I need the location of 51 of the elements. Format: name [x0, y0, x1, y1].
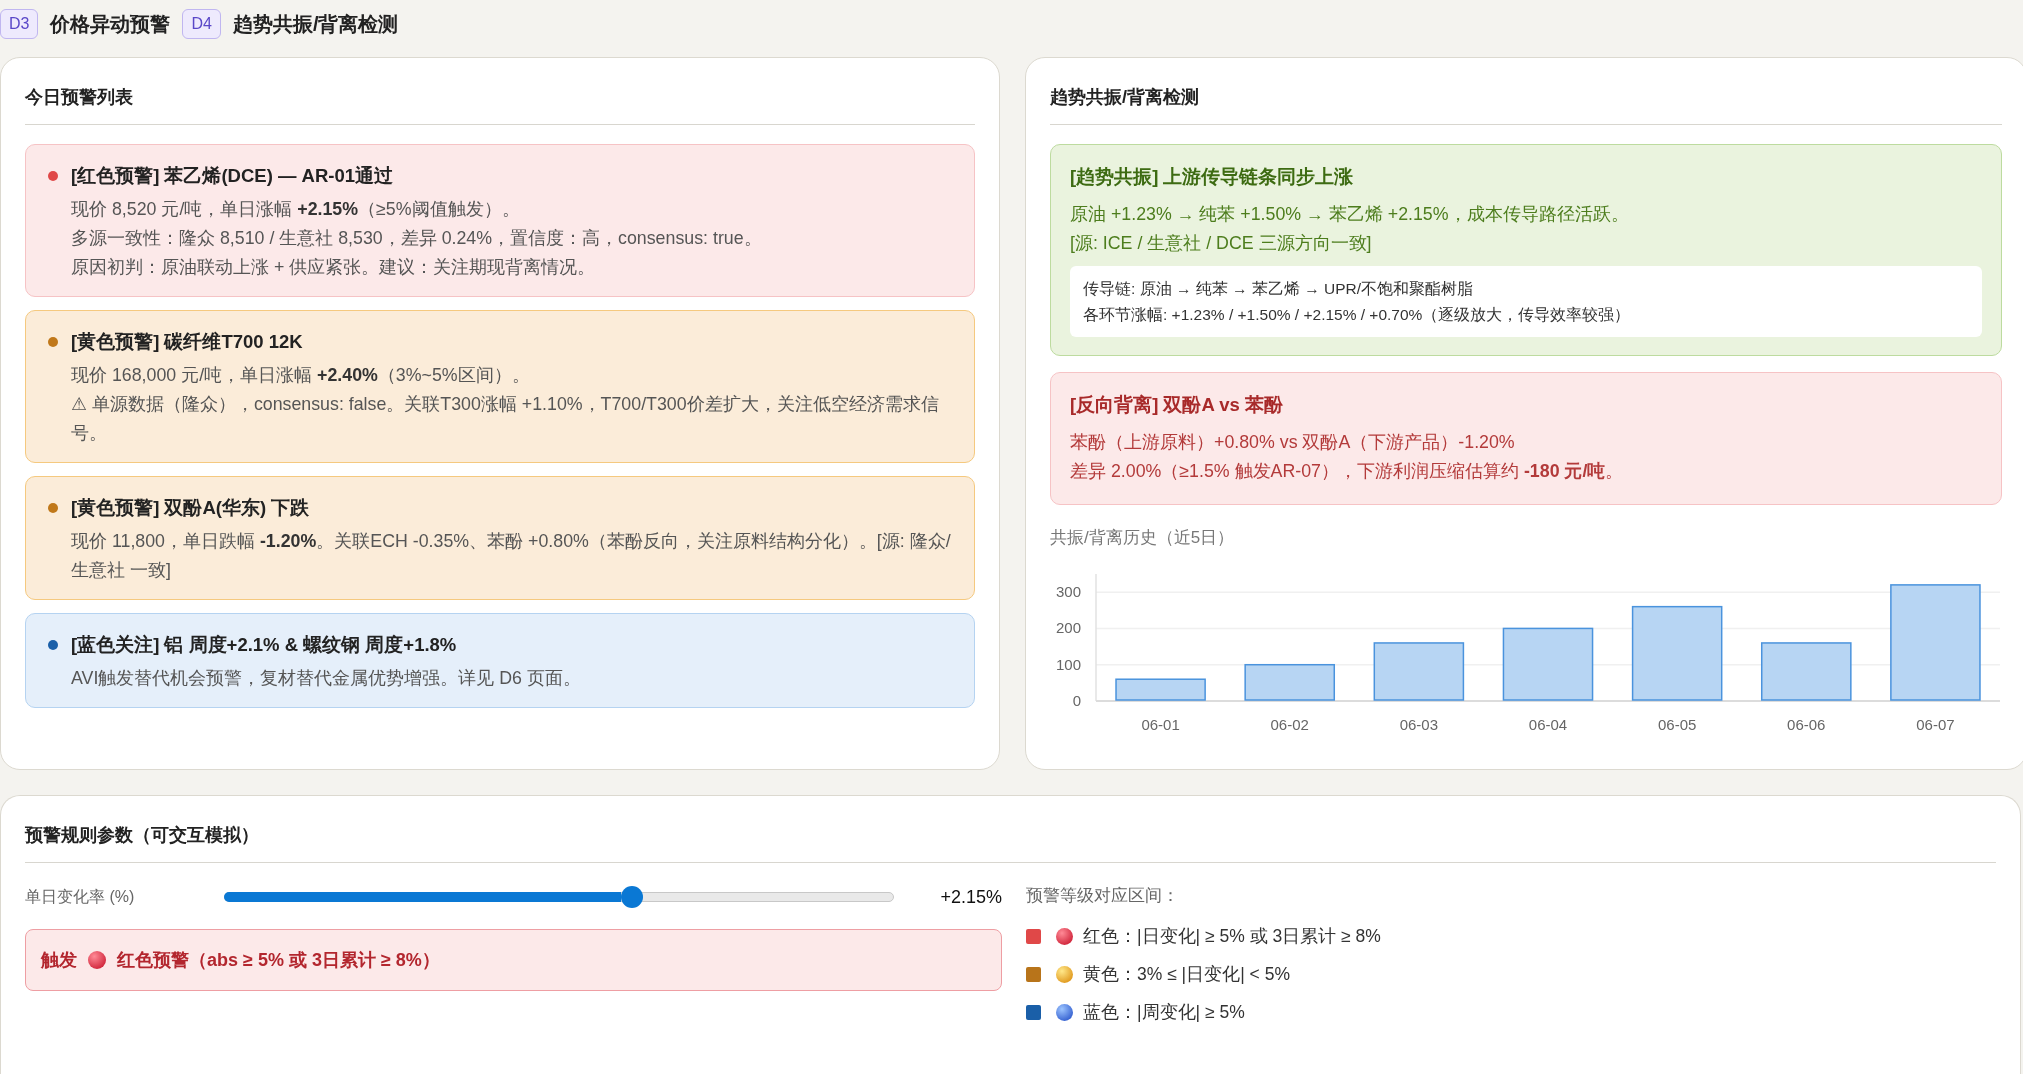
axis-label: 06-05: [1657, 716, 1697, 733]
axis-label: 0: [1072, 692, 1081, 709]
legend-title: 预警等级对应区间：: [1026, 885, 1180, 907]
alert-title: [红色预警] 苯乙烯(DCE) — AR-01通过: [71, 164, 395, 188]
section-title: 价格异动预警: [50, 11, 171, 37]
axis-label: 06-04: [1528, 716, 1568, 733]
axis-label: 300: [1055, 583, 1081, 601]
alert-text: 现价 8,520 元/吨，单日涨幅 +2.15%（≥5%阈值触发）。: [71, 198, 521, 221]
ball-icon: [1056, 965, 1073, 983]
trigger-text: 红色预警（abs ≥ 5% 或 3日累计 ≥ 8%）: [117, 949, 440, 972]
legend-text: 黄色：3% ≤ |日变化| < 5%: [1083, 963, 1290, 986]
axis-label: 100: [1055, 655, 1081, 673]
alert-text: 原因初判：原油联动上涨 + 供应紧张。建议：关注期现背离情况。: [71, 256, 597, 279]
signal-title: [反向背离] 双酚A vs 苯酚: [1070, 393, 1284, 417]
alert-text: 现价 168,000 元/吨，单日涨幅 +2.40%（3%~5%区间）。: [71, 364, 531, 387]
ball-icon: [1056, 927, 1073, 945]
trigger-label: 触发: [41, 949, 77, 972]
chain-text: 各环节涨幅: +1.23% / +1.50% / +2.15% / +0.70%（逐级放大，传导效率较强）: [1083, 305, 1632, 325]
axis-label: 06-03: [1399, 716, 1439, 733]
section-badge: D4: [182, 9, 221, 39]
slider-label: 单日变化率 (%): [25, 886, 136, 907]
axis-label: 06-06: [1787, 716, 1826, 733]
ball-icon: [1056, 1003, 1073, 1021]
signal-text: 差异 2.00%（≥1.5% 触发AR-07），下游利润压缩估算约 -180 元/吨。: [1070, 460, 1625, 483]
legend-text: 蓝色：|周变化| ≥ 5%: [1083, 1001, 1245, 1024]
axis-label: 06-02: [1270, 716, 1309, 733]
signal-text: 苯酚（上游原料）+0.80% vs 双酚A（下游产品）-1.20%: [1070, 431, 1516, 454]
ball-icon: [88, 951, 106, 969]
chart-title: 共振/背离历史（近5日）: [1050, 527, 1236, 549]
slider-thumb[interactable]: [621, 886, 644, 908]
axis-label: 06-07: [1916, 716, 1955, 733]
panel-title: 预警规则参数（可交互模拟）: [25, 825, 259, 845]
alert-title: [蓝色关注] 铝 周度+2.1% & 螺纹钢 周度+1.8%: [71, 633, 458, 657]
alert-text: 多源一致性：隆众 8,510 / 生意社 8,530，差异 0.24%，置信度：高，consensus: true。: [71, 227, 763, 250]
section-title: 趋势共振/背离检测: [232, 11, 399, 37]
alert-text: 现价 11,800，单日跌幅 -1.20%。关联ECH -0.35%、苯酚 +0.80%（苯酚反向，关注原料结构分化）。[源: 隆众/生意社 一致]: [71, 530, 952, 582]
axis-label: 06-01: [1141, 716, 1180, 733]
alert-text: ⚠ 单源数据（隆众），consensus: false。关联T300涨幅 +1.10%，T700/T300价差扩大，关注低空经济需求信号。: [71, 393, 940, 445]
axis-label: 200: [1055, 619, 1081, 637]
legend-text: 红色：|日变化| ≥ 5% 或 3日累计 ≥ 8%: [1083, 925, 1381, 948]
slider-value: +2.15%: [939, 886, 1002, 908]
signal-title: [趋势共振] 上游传导链条同步上涨: [1070, 165, 1355, 189]
chain-text: 传导链: 原油 → 纯苯 → 苯乙烯 → UPR/不饱和聚酯树脂: [1083, 279, 1474, 299]
section-badge: D3: [0, 9, 39, 39]
alert-text: AVI触发替代机会预警，复材替代金属优势增强。详见 D6 页面。: [71, 667, 582, 690]
panel-title: 今日预警列表: [25, 87, 133, 107]
panel-title: 趋势共振/背离检测: [1050, 87, 1199, 107]
signal-text: 原油 +1.23% → 纯苯 +1.50% → 苯乙烯 +2.15%，成本传导路径活跃。: [1070, 203, 1630, 226]
signal-text: [源: ICE / 生意社 / DCE 三源方向一致]: [1070, 232, 1373, 255]
alert-title: [黄色预警] 碳纤维T700 12K: [71, 330, 304, 354]
alert-title: [黄色预警] 双酚A(华东) 下跌: [71, 496, 311, 520]
